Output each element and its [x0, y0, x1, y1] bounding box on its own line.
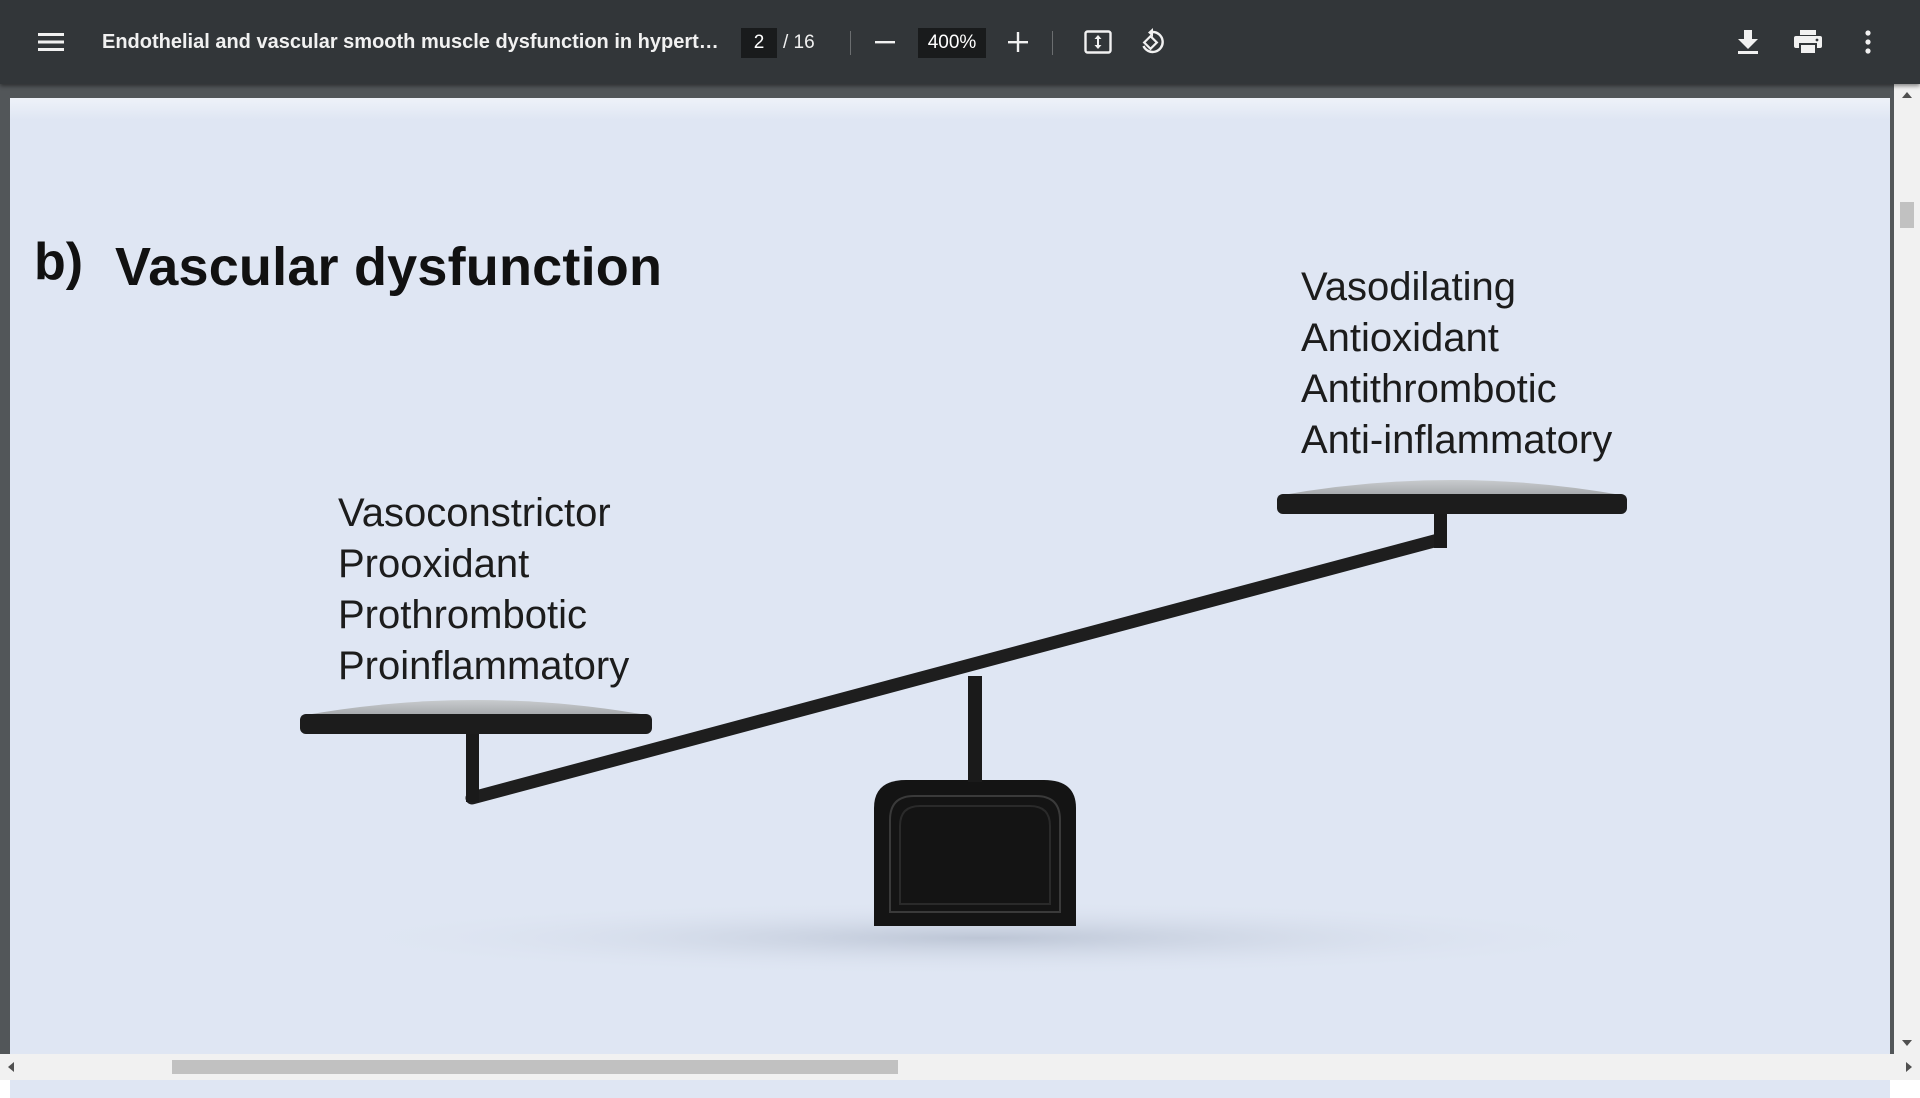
- current-page-input[interactable]: [741, 28, 777, 58]
- pdf-viewer: b) Vascular dysfunction Vasoconstrictor …: [0, 84, 1920, 1098]
- horizontal-scrollbar[interactable]: [0, 1054, 1920, 1080]
- fit-to-page-button[interactable]: [1074, 18, 1122, 66]
- scroll-right-arrow-icon[interactable]: [1898, 1054, 1920, 1080]
- left-pan-terms: Vasoconstrictor Prooxidant Prothrombotic…: [338, 488, 629, 692]
- document-title: Endothelial and vascular smooth muscle d…: [102, 31, 722, 53]
- fulcrum-base: [874, 780, 1076, 926]
- toolbar-divider: [1052, 31, 1053, 55]
- left-pan: [300, 700, 652, 734]
- right-term: Anti-inflammatory: [1301, 418, 1613, 462]
- rotate-button[interactable]: [1127, 18, 1175, 66]
- zoom-in-button[interactable]: [994, 18, 1042, 66]
- toolbar-divider: [850, 31, 851, 55]
- fit-to-page-icon: [1084, 30, 1112, 54]
- right-term: Antioxidant: [1301, 316, 1499, 360]
- right-pan-support: [1434, 512, 1447, 548]
- print-icon: [1794, 30, 1822, 54]
- vertical-scrollbar[interactable]: [1894, 84, 1920, 1054]
- seesaw-illustration: [300, 480, 1642, 976]
- zoom-level-input[interactable]: [918, 28, 986, 58]
- rotate-counterclockwise-icon: [1137, 28, 1165, 56]
- left-term: Prothrombotic: [338, 593, 587, 637]
- scroll-up-arrow-icon[interactable]: [1894, 84, 1920, 106]
- right-term: Vasodilating: [1301, 265, 1516, 309]
- vertical-scroll-thumb[interactable]: [1900, 202, 1914, 228]
- page-total: / 16: [783, 32, 815, 53]
- minus-icon: [875, 32, 895, 52]
- right-term: Antithrombotic: [1301, 367, 1557, 411]
- download-icon: [1737, 30, 1759, 54]
- pdf-toolbar: Endothelial and vascular smooth muscle d…: [0, 0, 1920, 84]
- more-vertical-icon: [1865, 30, 1871, 54]
- print-button[interactable]: [1784, 18, 1832, 66]
- left-term: Proinflammatory: [338, 644, 630, 688]
- left-term: Prooxidant: [338, 542, 530, 586]
- horizontal-scroll-thumb[interactable]: [172, 1060, 898, 1074]
- fulcrum-post: [968, 676, 982, 782]
- zoom-out-button[interactable]: [861, 18, 909, 66]
- download-button[interactable]: [1724, 18, 1772, 66]
- hamburger-menu-icon[interactable]: [27, 18, 75, 66]
- left-pan-support: [466, 726, 479, 802]
- more-options-button[interactable]: [1844, 18, 1892, 66]
- right-pan-terms: Vasodilating Antioxidant Antithrombotic …: [1301, 262, 1612, 466]
- right-pan: [1277, 480, 1627, 514]
- plus-icon: [1008, 32, 1028, 52]
- scroll-down-arrow-icon[interactable]: [1894, 1032, 1920, 1054]
- left-term: Vasoconstrictor: [338, 491, 611, 535]
- pdf-page: b) Vascular dysfunction Vasoconstrictor …: [10, 98, 1890, 1098]
- scroll-left-arrow-icon[interactable]: [0, 1054, 22, 1080]
